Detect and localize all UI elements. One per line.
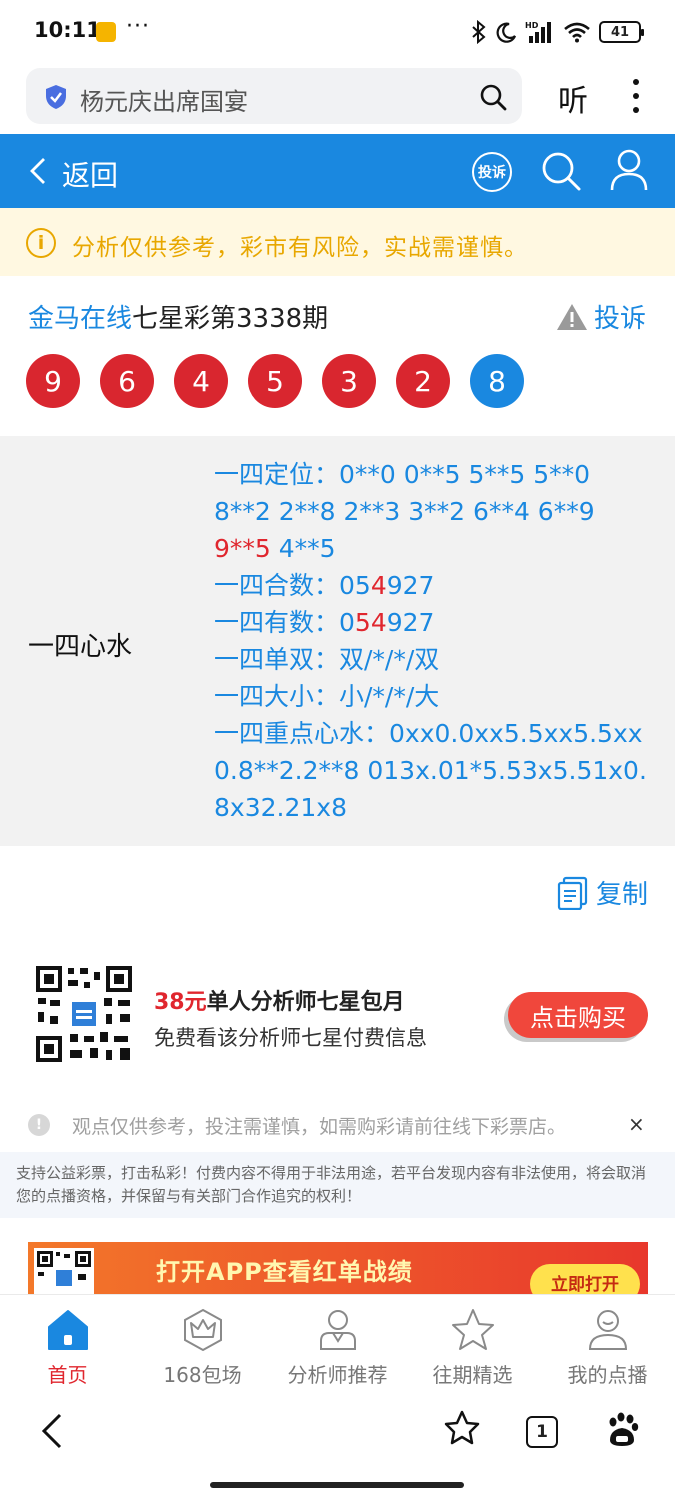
tab-analyst-label: 分析师推荐: [287, 1363, 388, 1387]
tab-168[interactable]: 168包场: [135, 1295, 270, 1395]
line-danshuang: 一四单双：双/*/*/双: [214, 645, 440, 674]
tab-history-label: 往期精选: [432, 1363, 513, 1387]
ball-6: 2: [396, 354, 450, 408]
youshu-tail: 927: [386, 608, 435, 637]
line-zhongdian: 一四重点心水：0xx0.0xx5.5xx5.5xx0.8**2.2**8 013…: [214, 719, 647, 822]
star-icon: [451, 1309, 494, 1350]
wifi-icon: [564, 22, 590, 43]
copy-label: 复制: [596, 880, 649, 910]
tab-home[interactable]: 首页: [0, 1295, 135, 1395]
analysis-panel: 一四心水 一四定位：0**0 0**5 5**5 5**0 8**2 2**8 …: [0, 436, 675, 846]
listen-button[interactable]: 听: [558, 76, 588, 120]
heshu-tail: 927: [386, 571, 435, 600]
tip-info-icon: !: [28, 1114, 50, 1136]
browser-bottom-nav: 1: [0, 1394, 675, 1500]
home-icon: [47, 1310, 88, 1350]
youshu-text: 一四有数：0: [214, 608, 355, 637]
tab-mine-label: 我的点播: [567, 1363, 648, 1387]
ball-special: 8: [470, 354, 524, 408]
header-search-icon[interactable]: [540, 150, 582, 192]
tab-home-label: 首页: [47, 1363, 88, 1387]
line-dingwei: 一四定位：0**0 0**5 5**5 5**0 8**2 2**8 2**3 …: [214, 456, 654, 567]
heshu-text: 一四合数：05: [214, 571, 371, 600]
more-menu-icon[interactable]: [628, 76, 644, 116]
copy-button[interactable]: 复制: [556, 874, 648, 911]
home-indicator: [210, 1482, 464, 1488]
notice-text: 分析仅供参考，彩市有风险，实战需谨慎。: [72, 235, 528, 261]
back-chevron-icon[interactable]: [28, 156, 48, 186]
complain-icon[interactable]: 投诉: [472, 152, 512, 192]
bottom-tab-bar: 首页 168包场 分析师推荐 往期精选 我的点播: [0, 1294, 675, 1394]
notes-app-icon: [96, 22, 116, 42]
complain-link[interactable]: 投诉: [556, 298, 646, 335]
issue-title: 金马在线七星彩第3338期: [28, 298, 328, 335]
youshu-highlight-2: 4: [370, 608, 387, 637]
promo-title-text: 单人分析师七星包月: [206, 990, 405, 1015]
shield-check-icon: [46, 85, 66, 109]
browser-toolbar: 杨元庆出席国宴 听: [0, 62, 675, 134]
heshu-highlight: 4: [370, 571, 387, 600]
promo-price: 38元: [154, 990, 207, 1015]
app-header: 返回 投诉: [0, 134, 675, 208]
risk-notice: i 分析仅供参考，彩市有风险，实战需谨慎。: [0, 208, 675, 276]
analysis-content: 一四定位：0**0 0**5 5**5 5**0 8**2 2**8 2**3 …: [214, 456, 654, 826]
crown-icon: [183, 1308, 222, 1352]
dingwei-text: 一四定位：0**0 0**5 5**5 5**0 8**2 2**8 2**3 …: [214, 460, 595, 526]
tab-analyst[interactable]: 分析师推荐: [270, 1295, 405, 1395]
ball-1: 9: [26, 354, 80, 408]
qr-code-image: [34, 964, 134, 1064]
buy-button[interactable]: 点击购买: [508, 992, 648, 1038]
analysis-label: 一四心水: [28, 632, 133, 662]
open-app-banner[interactable]: 打开APP查看红单战绩 立即打开: [28, 1242, 648, 1294]
tip-text: 观点仅供参考，投注需谨慎，如需购彩请前往线下彩票店。: [72, 1116, 567, 1138]
moon-icon: [496, 22, 517, 43]
ball-3: 4: [174, 354, 228, 408]
search-icon[interactable]: [478, 82, 508, 112]
status-bar: 10:11 ··· HD 41: [0, 0, 675, 62]
warning-icon: [557, 303, 587, 330]
line-daxiao: 一四大小：小/*/*/大: [214, 682, 440, 711]
tip-close-button[interactable]: ×: [628, 1112, 645, 1136]
issue-name: 七星彩第3338期: [132, 304, 329, 334]
tab-168-label: 168包场: [163, 1363, 242, 1387]
signal-hd-label: HD: [525, 21, 539, 30]
status-time: 10:11: [34, 18, 101, 42]
banner-open-button[interactable]: 立即打开: [530, 1264, 640, 1294]
site-name-link[interactable]: 金马在线: [28, 304, 132, 334]
draw-numbers: 9 6 4 5 3 2 8: [26, 354, 524, 408]
bluetooth-icon: [472, 20, 486, 44]
browser-search-box[interactable]: 杨元庆出席国宴: [26, 68, 522, 124]
line-heshu: 一四合数：054927: [214, 567, 654, 604]
user-icon[interactable]: [608, 148, 650, 192]
browser-tabs-button[interactable]: 1: [526, 1416, 558, 1448]
tab-history[interactable]: 往期精选: [405, 1295, 540, 1395]
ball-2: 6: [100, 354, 154, 408]
profile-icon: [588, 1310, 627, 1350]
status-icons: HD 41: [471, 20, 644, 44]
analyst-icon: [319, 1310, 356, 1350]
ball-4: 5: [248, 354, 302, 408]
battery-icon: 41: [599, 21, 644, 43]
tab-mine[interactable]: 我的点播: [540, 1295, 675, 1395]
promo-title: 38元单人分析师七星包月: [154, 984, 405, 1016]
banner-qr-code-image: [34, 1248, 94, 1294]
more-notifications-icon: ···: [126, 14, 150, 39]
dingwei-tail: 4**5: [270, 534, 336, 563]
back-button[interactable]: 返回: [62, 154, 118, 194]
baidu-paw-icon[interactable]: [604, 1412, 640, 1448]
signal-icon: HD: [525, 21, 551, 43]
disclaimer-text: 支持公益彩票，打击私彩！付费内容不得用于非法用途，若平台发现内容有非法使用，将会…: [0, 1152, 675, 1218]
info-icon: i: [26, 228, 56, 258]
copy-icon: [557, 876, 588, 910]
browser-back-icon[interactable]: [40, 1412, 64, 1450]
line-youshu: 一四有数：054927: [214, 604, 654, 641]
ball-5: 3: [322, 354, 376, 408]
youshu-highlight-1: 5: [354, 608, 371, 637]
banner-text: 打开APP查看红单战绩: [156, 1258, 413, 1286]
search-query-text: 杨元庆出席国宴: [80, 88, 248, 116]
complain-label: 投诉: [594, 304, 647, 334]
promo-subtitle: 免费看该分析师七星付费信息: [154, 1026, 427, 1050]
dingwei-highlight: 9**5: [214, 534, 271, 563]
bookmark-star-icon[interactable]: [444, 1410, 480, 1446]
